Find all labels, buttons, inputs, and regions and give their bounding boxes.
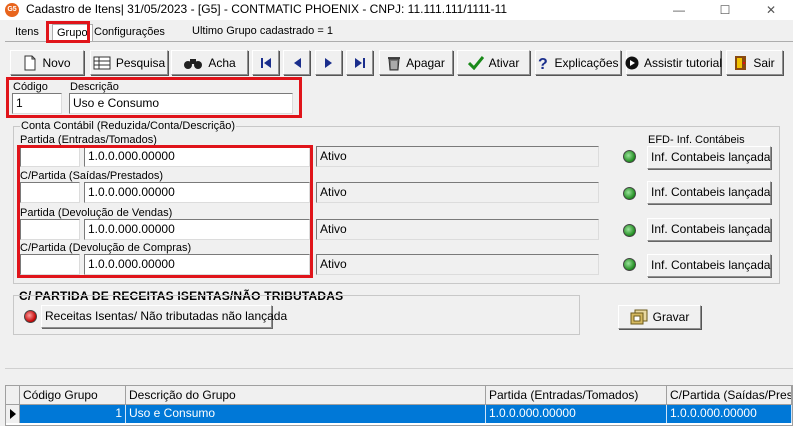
efd-cpartida-devolucao-compras-button[interactable]: Inf. Contabeis lançada bbox=[647, 254, 771, 277]
conta-contabil-group-label: Conta Contábil (Reduzida/Conta/Descrição… bbox=[20, 120, 236, 132]
row-pointer-icon bbox=[10, 409, 16, 419]
binoculars-icon bbox=[184, 58, 203, 69]
gravar-button[interactable]: Gravar bbox=[618, 305, 701, 329]
gravar-label: Gravar bbox=[652, 310, 690, 324]
last-record-button[interactable] bbox=[346, 50, 373, 75]
pesquisa-label: Pesquisa bbox=[115, 55, 166, 70]
novo-button[interactable]: Novo bbox=[10, 50, 84, 75]
efd-partida-entradas-button[interactable]: Inf. Contabeis lançada bbox=[647, 146, 771, 169]
assistir-tutorial-label: Assistir tutorial bbox=[643, 55, 723, 70]
save-records-icon bbox=[630, 309, 648, 325]
receitas-isentas-button[interactable]: Receitas Isentas/ Não tributadas não lan… bbox=[41, 305, 287, 328]
acha-label: Acha bbox=[208, 55, 236, 70]
grid-cell-partida[interactable]: 1.0.0.000.00000 bbox=[486, 405, 667, 423]
grid-header-descricao[interactable]: Descrição do Grupo bbox=[126, 386, 486, 405]
descricao-label: Descrição bbox=[70, 81, 119, 93]
last-group-status: Ultimo Grupo cadastrado = 1 bbox=[192, 25, 333, 37]
next-record-button[interactable] bbox=[315, 50, 342, 75]
previous-record-icon bbox=[293, 57, 301, 68]
first-record-button[interactable] bbox=[252, 50, 279, 75]
trash-icon bbox=[388, 56, 401, 70]
apagar-label: Apagar bbox=[406, 55, 445, 70]
cpartida-saidas-reduzida[interactable] bbox=[20, 182, 80, 203]
cpartida-saidas-label: C/Partida (Saídas/Prestados) bbox=[20, 170, 164, 182]
grid-corner bbox=[6, 386, 20, 405]
tab-configuracoes[interactable]: Configurações bbox=[90, 24, 169, 41]
tab-itens[interactable]: Itens bbox=[11, 24, 43, 41]
last-record-icon bbox=[354, 57, 365, 68]
cpartida-saidas-descricao: Ativo bbox=[316, 182, 599, 203]
efd-header-label: EFD- Inf. Contábeis bbox=[648, 134, 745, 146]
codigo-field[interactable]: 1 bbox=[12, 93, 62, 114]
checkmark-icon bbox=[467, 55, 484, 70]
status-green-icon bbox=[623, 150, 636, 163]
grid-cell-descricao[interactable]: Uso e Consumo bbox=[126, 405, 486, 423]
apagar-button[interactable]: Apagar bbox=[379, 50, 453, 75]
grid-cell-cpartida[interactable]: 1.0.0.000.00000 bbox=[667, 405, 792, 423]
next-record-icon bbox=[324, 57, 332, 68]
cpartida-devolucao-compras-descricao: Ativo bbox=[316, 254, 599, 275]
grid-header-cpartida[interactable]: C/Partida (Saídas/Prestados) bbox=[667, 386, 792, 405]
first-record-icon bbox=[260, 57, 271, 68]
assistir-tutorial-button[interactable]: Assistir tutorial bbox=[625, 50, 723, 75]
status-green-icon bbox=[623, 258, 636, 271]
grid-cell-codigo[interactable]: 1 bbox=[20, 405, 126, 423]
partida-devolucao-vendas-reduzida[interactable] bbox=[20, 219, 80, 240]
divider bbox=[5, 368, 793, 369]
table-search-icon bbox=[93, 56, 111, 69]
grid-header-partida[interactable]: Partida (Entradas/Tomados) bbox=[486, 386, 667, 405]
efd-cpartida-saidas-button[interactable]: Inf. Contabeis lançada bbox=[647, 181, 771, 204]
status-red-icon bbox=[24, 310, 37, 323]
pesquisa-button[interactable]: Pesquisa bbox=[90, 50, 168, 75]
groups-grid[interactable]: Código Grupo Descrição do Grupo Partida … bbox=[5, 385, 793, 426]
partida-entradas-reduzida[interactable] bbox=[20, 146, 80, 167]
svg-text:?: ? bbox=[538, 56, 548, 71]
tab-strip-line bbox=[5, 41, 793, 42]
partida-entradas-label: Partida (Entradas/Tomados) bbox=[20, 134, 157, 146]
app-logo-icon: G5 bbox=[5, 3, 19, 17]
efd-partida-devolucao-vendas-button[interactable]: Inf. Contabeis lançada bbox=[647, 218, 771, 241]
partida-entradas-conta[interactable]: 1.0.0.000.00000 bbox=[84, 146, 310, 167]
exit-door-icon bbox=[735, 55, 747, 70]
partida-devolucao-vendas-conta[interactable]: 1.0.0.000.00000 bbox=[84, 219, 310, 240]
row-indicator[interactable] bbox=[6, 405, 20, 423]
close-button[interactable]: ✕ bbox=[748, 0, 793, 20]
ativar-label: Ativar bbox=[488, 55, 520, 70]
play-circle-icon bbox=[625, 56, 639, 69]
grid-header-codigo[interactable]: Código Grupo bbox=[20, 386, 126, 405]
partida-devolucao-vendas-descricao: Ativo bbox=[316, 219, 599, 240]
sair-label: Sair bbox=[753, 55, 775, 70]
ativar-button[interactable]: Ativar bbox=[457, 50, 530, 75]
maximize-button[interactable]: ☐ bbox=[702, 0, 748, 20]
cpartida-devolucao-compras-reduzida[interactable] bbox=[20, 254, 80, 275]
previous-record-button[interactable] bbox=[283, 50, 310, 75]
acha-button[interactable]: Acha bbox=[171, 50, 248, 75]
question-mark-icon: ? bbox=[538, 56, 548, 71]
partida-entradas-descricao: Ativo bbox=[316, 146, 599, 167]
cpartida-saidas-conta[interactable]: 1.0.0.000.00000 bbox=[84, 182, 310, 203]
descricao-field[interactable]: Uso e Consumo bbox=[69, 93, 293, 114]
sair-button[interactable]: Sair bbox=[726, 50, 783, 75]
status-green-icon bbox=[623, 187, 636, 200]
new-document-icon bbox=[24, 55, 36, 70]
status-green-icon bbox=[623, 224, 636, 237]
minimize-button[interactable]: — bbox=[656, 0, 702, 20]
cpartida-devolucao-compras-conta[interactable]: 1.0.0.000.00000 bbox=[84, 254, 310, 275]
cpartida-devolucao-compras-label: C/Partida (Devolução de Compras) bbox=[20, 242, 192, 254]
explicacoes-button[interactable]: ? Explicações bbox=[535, 50, 621, 75]
explicacoes-label: Explicações bbox=[554, 55, 619, 70]
novo-label: Novo bbox=[42, 55, 71, 70]
codigo-label: Código bbox=[13, 81, 48, 93]
partida-devolucao-vendas-label: Partida (Devolução de Vendas) bbox=[20, 207, 173, 219]
tab-grupo[interactable]: Grupo bbox=[52, 24, 93, 41]
window-title: Cadastro de Itens| 31/05/2023 - [G5] - C… bbox=[26, 2, 508, 16]
